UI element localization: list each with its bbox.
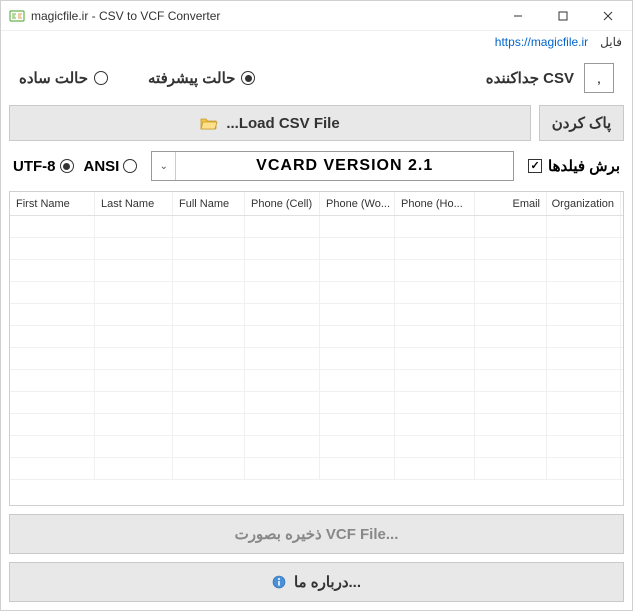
mode-simple-radio[interactable]: حالت ساده bbox=[19, 69, 108, 87]
table-row bbox=[10, 348, 623, 370]
separator-input[interactable] bbox=[584, 63, 614, 93]
bottom-buttons: ذخیره بصورت VCF File... درباره ما... bbox=[9, 514, 624, 602]
vcard-version-select[interactable]: ⌄ VCARD VERSION 2.1 bbox=[151, 151, 514, 181]
file-menu[interactable]: فایل bbox=[600, 35, 622, 49]
about-button-label: درباره ما... bbox=[294, 573, 361, 591]
table-body bbox=[10, 216, 623, 505]
utf8-label: UTF-8 bbox=[13, 158, 56, 175]
load-button-label: ...Load CSV File bbox=[226, 115, 339, 132]
table-row bbox=[10, 326, 623, 348]
radio-icon bbox=[123, 159, 137, 173]
column-header[interactable]: Phone (Wo... bbox=[320, 192, 395, 215]
column-header[interactable]: Last Name bbox=[95, 192, 173, 215]
about-button[interactable]: درباره ما... bbox=[9, 562, 624, 602]
table-header: First NameLast NameFull NamePhone (Cell)… bbox=[10, 192, 623, 216]
column-header[interactable]: Organization bbox=[547, 192, 621, 215]
mode-advanced-radio[interactable]: حالت پیشرفته bbox=[148, 69, 255, 87]
titlebar: magicfile.ir - CSV to VCF Converter bbox=[1, 1, 632, 31]
table-row bbox=[10, 304, 623, 326]
load-csv-button[interactable]: ...Load CSV File bbox=[9, 105, 531, 141]
table-row bbox=[10, 436, 623, 458]
mode-radio-group: حالت ساده حالت پیشرفته bbox=[19, 69, 255, 87]
encoding-group: UTF-8 ANSI bbox=[13, 158, 137, 175]
table-row bbox=[10, 458, 623, 480]
radio-icon bbox=[241, 71, 255, 85]
radio-icon bbox=[60, 159, 74, 173]
ansi-label: ANSI bbox=[84, 158, 120, 175]
table-row bbox=[10, 216, 623, 238]
app-window: magicfile.ir - CSV to VCF Converter http… bbox=[0, 0, 633, 611]
website-link[interactable]: https://magicfile.ir bbox=[495, 35, 588, 49]
clear-button[interactable]: پاک کردن bbox=[539, 105, 624, 141]
save-button-label: ذخیره بصورت VCF File... bbox=[235, 525, 399, 543]
app-icon bbox=[9, 8, 25, 24]
separator-group: جداکننده CSV bbox=[486, 63, 614, 93]
encoding-utf8-radio[interactable]: UTF-8 bbox=[13, 158, 74, 175]
radio-icon bbox=[94, 71, 108, 85]
menubar: https://magicfile.ir فایل bbox=[1, 31, 632, 53]
data-table: First NameLast NameFull NamePhone (Cell)… bbox=[9, 191, 624, 506]
content-area: حالت ساده حالت پیشرفته جداکننده CSV bbox=[1, 53, 632, 610]
clear-button-label: پاک کردن bbox=[552, 114, 611, 132]
column-header[interactable]: Phone (Ho... bbox=[395, 192, 475, 215]
column-header[interactable]: First Name bbox=[10, 192, 95, 215]
chevron-down-icon: ⌄ bbox=[152, 152, 176, 180]
encoding-ansi-radio[interactable]: ANSI bbox=[84, 158, 138, 175]
checkbox-icon: ✓ bbox=[528, 159, 542, 173]
separator-label: جداکننده CSV bbox=[486, 69, 574, 87]
trim-fields-checkbox[interactable]: ✓ برش فیلدها bbox=[528, 157, 620, 175]
table-row bbox=[10, 260, 623, 282]
table-row bbox=[10, 370, 623, 392]
column-header[interactable]: Phone (Cell) bbox=[245, 192, 320, 215]
folder-open-icon bbox=[200, 116, 218, 130]
trim-label: برش فیلدها bbox=[548, 157, 620, 175]
info-icon bbox=[272, 575, 286, 589]
column-header[interactable]: Full Name bbox=[173, 192, 245, 215]
mode-advanced-label: حالت پیشرفته bbox=[148, 69, 235, 87]
table-row bbox=[10, 282, 623, 304]
mode-row: حالت ساده حالت پیشرفته جداکننده CSV bbox=[9, 59, 624, 97]
minimize-button[interactable] bbox=[495, 1, 540, 30]
table-row bbox=[10, 238, 623, 260]
version-value: VCARD VERSION 2.1 bbox=[176, 157, 513, 175]
window-controls bbox=[495, 1, 630, 30]
maximize-button[interactable] bbox=[540, 1, 585, 30]
options-row: UTF-8 ANSI ⌄ VCARD VERSION 2.1 ✓ برش فیل… bbox=[9, 149, 624, 183]
mode-simple-label: حالت ساده bbox=[19, 69, 88, 87]
close-button[interactable] bbox=[585, 1, 630, 30]
window-title: magicfile.ir - CSV to VCF Converter bbox=[31, 9, 495, 23]
table-row bbox=[10, 414, 623, 436]
column-header[interactable]: Email bbox=[475, 192, 547, 215]
save-vcf-button[interactable]: ذخیره بصورت VCF File... bbox=[9, 514, 624, 554]
load-row: ...Load CSV File پاک کردن bbox=[9, 105, 624, 141]
table-row bbox=[10, 392, 623, 414]
